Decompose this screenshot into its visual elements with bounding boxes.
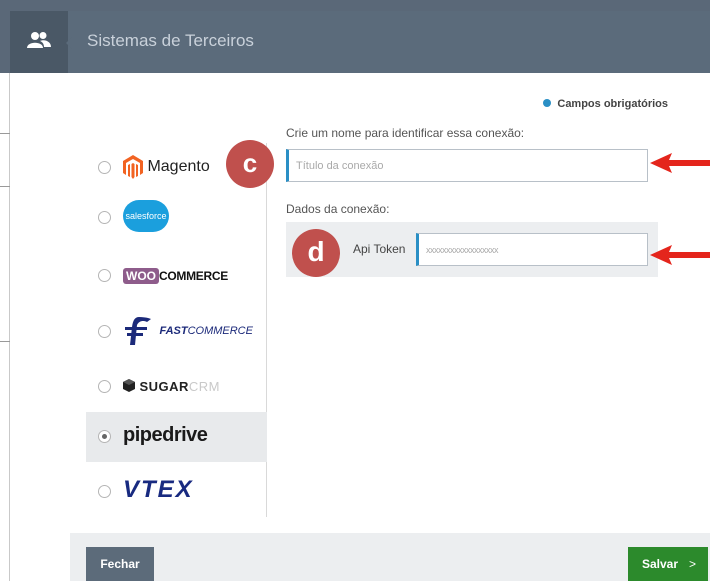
save-button-label: Salvar <box>642 557 679 571</box>
pipedrive-logo-text: pipedrive <box>123 424 208 446</box>
chevron-right-icon: > <box>688 557 696 571</box>
edge-mark <box>0 341 10 342</box>
system-option-sugarcrm[interactable]: SUGARCRM <box>86 362 267 412</box>
required-fields-label: Campos obrigatórios <box>557 98 668 110</box>
close-button[interactable]: Fechar <box>86 547 154 581</box>
magento-logo-text: Magento <box>147 158 210 175</box>
required-dot-icon <box>543 99 552 107</box>
magento-logo: Magento <box>123 155 210 179</box>
api-token-input[interactable] <box>419 234 647 265</box>
woocommerce-logo-box: WOO <box>123 268 159 284</box>
third-party-systems-modal: Sistemas de Terceiros Campos obrigatório… <box>10 11 710 581</box>
radio-magento[interactable] <box>98 161 111 174</box>
header-icon-box <box>10 11 68 73</box>
system-option-vtex[interactable]: VTEX <box>86 467 267 517</box>
radio-salesforce[interactable] <box>98 211 111 224</box>
modal-header: Sistemas de Terceiros <box>10 11 710 73</box>
radio-fastcommerce[interactable] <box>98 325 111 338</box>
connection-data-label: Dados da conexão: <box>286 202 390 216</box>
save-button[interactable]: Salvar > <box>628 547 708 581</box>
api-token-label: Api Token <box>353 242 406 256</box>
system-option-woocommerce[interactable]: WOO COMMERCE <box>86 251 267 301</box>
users-icon <box>27 32 51 48</box>
radio-pipedrive[interactable] <box>98 430 111 443</box>
salesforce-logo: salesforce <box>123 200 169 232</box>
connection-title-field[interactable] <box>286 149 648 182</box>
vtex-logo: VTEX <box>123 476 194 504</box>
woocommerce-logo: WOO COMMERCE <box>123 267 228 285</box>
modal-footer: Fechar Salvar > <box>70 533 710 581</box>
sugarcrm-cube-icon <box>123 379 135 392</box>
annotation-badge-c: c <box>226 140 274 188</box>
fastcommerce-logo: FASTCOMMERCE <box>123 315 253 347</box>
header-notch <box>66 37 72 49</box>
connection-title-input[interactable] <box>289 150 647 181</box>
system-option-pipedrive[interactable]: pipedrive <box>86 412 267 462</box>
systems-list: Magento salesforce WOO COMMERCE FASTCOMM… <box>86 143 267 517</box>
background-window-edge <box>0 73 10 581</box>
radio-sugarcrm[interactable] <box>98 380 111 393</box>
fastcommerce-icon <box>125 317 151 345</box>
sugarcrm-logo-bold: SUGAR <box>139 379 189 394</box>
edge-mark <box>0 186 10 187</box>
system-option-salesforce[interactable]: salesforce <box>86 193 267 243</box>
connection-data-box: Api Token <box>286 222 658 277</box>
salesforce-logo-text: salesforce <box>125 211 167 221</box>
page-title: Sistemas de Terceiros <box>87 31 254 50</box>
magento-icon <box>123 155 143 179</box>
annotation-badge-d: d <box>292 229 340 277</box>
vtex-logo-text: VTEX <box>123 476 194 503</box>
fastcommerce-logo-text: FASTCOMMERCE <box>159 325 253 337</box>
pipedrive-logo: pipedrive <box>123 424 208 447</box>
annotation-arrow-icon <box>650 245 710 265</box>
radio-vtex[interactable] <box>98 485 111 498</box>
connection-name-label: Crie um nome para identificar essa conex… <box>286 126 525 140</box>
system-option-fastcommerce[interactable]: FASTCOMMERCE <box>86 307 267 357</box>
api-token-field[interactable] <box>416 233 648 266</box>
woocommerce-logo-text: COMMERCE <box>159 269 228 283</box>
annotation-arrow-icon <box>650 153 710 173</box>
edge-mark <box>0 133 10 134</box>
sugarcrm-logo: SUGARCRM <box>123 378 220 396</box>
required-fields-note: Campos obrigatórios <box>543 98 668 110</box>
sugarcrm-logo-rest: CRM <box>188 379 221 394</box>
fastcommerce-logo-bold: FAST <box>159 325 188 337</box>
fastcommerce-logo-rest: COMMERCE <box>187 325 253 337</box>
radio-woocommerce[interactable] <box>98 269 111 282</box>
sugarcrm-logo-text: SUGARCRM <box>139 379 220 394</box>
